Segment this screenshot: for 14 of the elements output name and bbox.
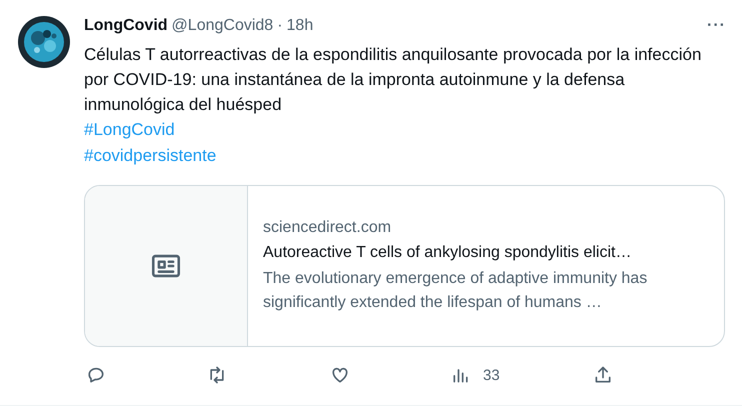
link-description: The evolutionary emergence of adaptive immunity has significantly extended the lifespan of humans …	[263, 269, 648, 313]
post-time[interactable]: 18h	[286, 17, 314, 35]
more-options-button[interactable]: ···	[707, 17, 726, 35]
user-handle[interactable]: @LongCovid8	[172, 17, 274, 35]
separator: ·	[277, 17, 283, 35]
share-icon	[593, 365, 613, 385]
speech-bubble-icon	[86, 365, 106, 385]
link-card[interactable]: sciencedirect.com Autoreactive T cells of ankylosing spondylitis elicit… The evolutionary emergence of adaptive immunity has significantly extended the lifespan of humans …	[84, 185, 725, 347]
heart-icon	[330, 365, 350, 385]
display-name[interactable]: LongCovid	[84, 17, 168, 35]
link-title: Autoreactive T cells of ankylosing spondylitis elicit…	[263, 243, 632, 263]
link-domain: sciencedirect.com	[263, 218, 392, 238]
tweet-text: Células T autorreactivas de la espondilitis anquilosante provocada por la infección por COVID-19: una instantánea de la impronta autoinmune y la defensa inmunológica del huésped	[84, 44, 702, 116]
views-button[interactable]: 33	[451, 365, 593, 385]
